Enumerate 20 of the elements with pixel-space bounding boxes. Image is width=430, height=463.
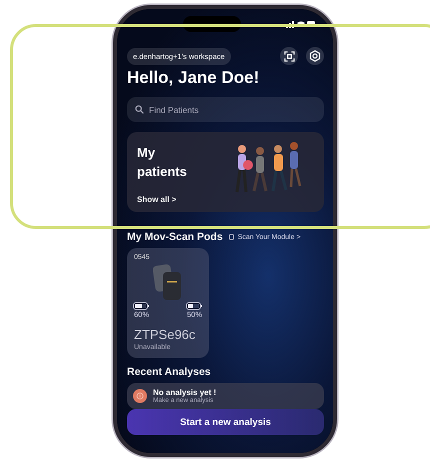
show-all-link[interactable]: Show all > [137, 195, 199, 204]
settings-icon [309, 50, 321, 62]
module-icon [228, 234, 234, 240]
patients-card[interactable]: My patients Show all > [127, 132, 324, 212]
start-analysis-button[interactable]: Start a new analysis [127, 409, 324, 435]
greeting-title: Hello, Jane Doe! [127, 68, 260, 88]
pod-name: ZTPSe96c [134, 327, 196, 342]
search-icon [135, 105, 144, 114]
qr-scan-button[interactable] [280, 47, 298, 65]
qr-scan-icon [284, 50, 294, 62]
section-title: Recent Analyses [127, 366, 212, 378]
section-title: My Mov-Scan Pods [127, 231, 223, 243]
battery-icon [188, 304, 199, 308]
battery-icon [135, 304, 146, 308]
info-icon [133, 389, 147, 403]
card-title: My patients [137, 144, 188, 181]
empty-title: No analysis yet ! [153, 388, 216, 397]
sensor-pod-drawing [153, 263, 183, 301]
status-icons [286, 20, 316, 28]
settings-button[interactable] [306, 47, 324, 65]
